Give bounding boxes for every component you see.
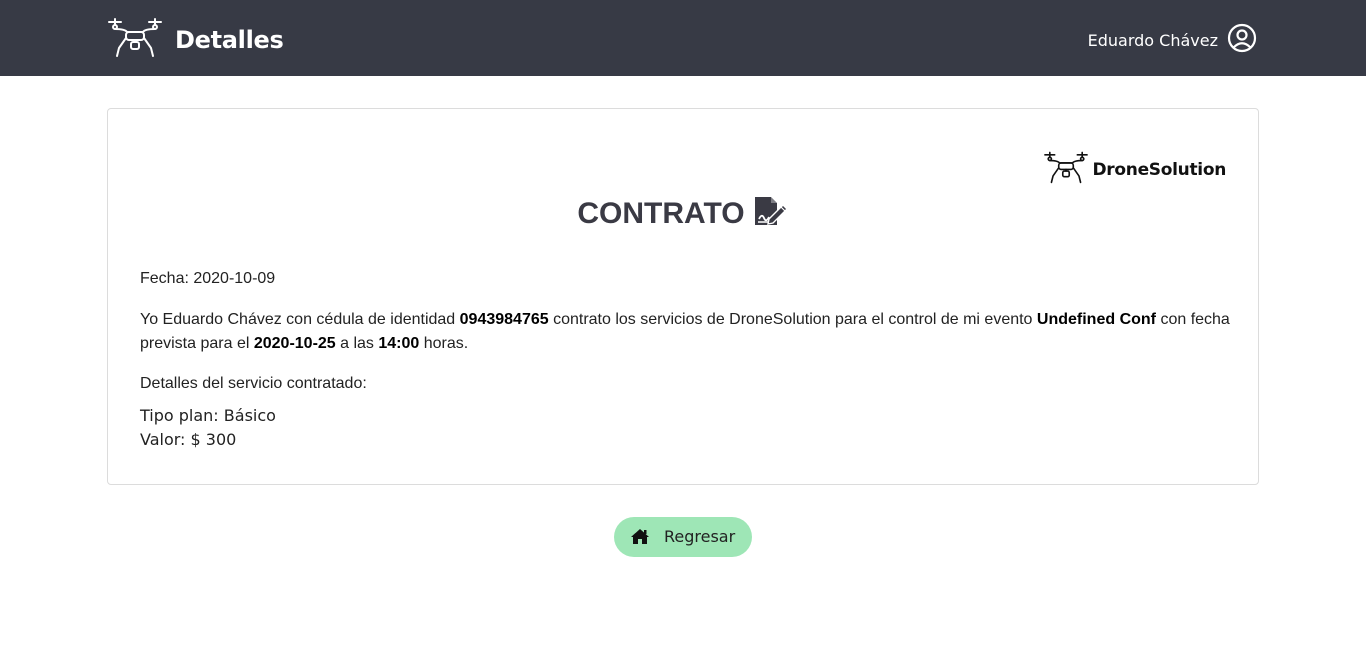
contract-body: Yo Eduardo Chávez con cédula de identida… xyxy=(140,311,1230,352)
user-circle-icon[interactable] xyxy=(1227,23,1257,58)
event-time: 14:00 xyxy=(378,335,420,352)
company-name: DroneSolution xyxy=(1092,159,1227,180)
plan-info: Tipo plan: Básico Valor: $ 300 xyxy=(140,404,1230,452)
drone-icon xyxy=(1041,150,1091,189)
service-details-label: Detalles del servicio contratado: xyxy=(140,375,367,392)
contract-title: CONTRATO xyxy=(577,196,745,230)
page-title: Detalles xyxy=(175,25,284,54)
event-name: Undefined Conf xyxy=(1036,311,1156,328)
file-signature-icon xyxy=(753,195,789,232)
brand[interactable]: Detalles xyxy=(107,16,284,63)
back-button[interactable]: Regresar xyxy=(614,517,752,557)
home-icon xyxy=(630,528,650,548)
drone-icon xyxy=(107,16,163,63)
back-button-label: Regresar xyxy=(664,527,736,546)
cedula-number: 0943984765 xyxy=(459,311,549,328)
user-menu[interactable]: Eduardo Chávez xyxy=(1088,23,1257,58)
company-logo: DroneSolution xyxy=(1041,150,1227,189)
event-date: 2020-10-25 xyxy=(253,335,336,352)
top-navbar: Detalles Eduardo Chávez xyxy=(0,0,1366,76)
contract-card: DroneSolution CONTRATO Fecha: 2020-10-09… xyxy=(107,108,1259,485)
plan-value: Valor: $ 300 xyxy=(140,430,237,449)
contract-heading: CONTRATO xyxy=(108,195,1258,232)
plan-type: Tipo plan: Básico xyxy=(140,406,276,425)
user-name: Eduardo Chávez xyxy=(1087,31,1218,50)
contract-date: Fecha: 2020-10-09 xyxy=(140,270,276,287)
